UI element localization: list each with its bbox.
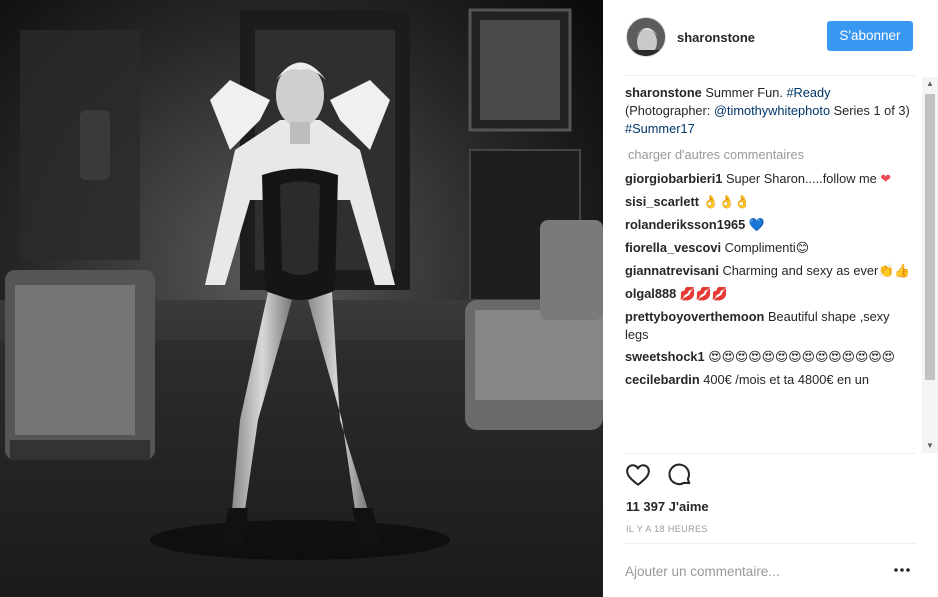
load-more-comments-link[interactable]: charger d'autres commentaires — [628, 146, 913, 164]
comment-emoji: 💋💋💋 — [679, 287, 728, 302]
comment-item: sisi_scarlett 👌👌👌 — [625, 193, 913, 212]
comment-text: 400€ /mois et ta 4800€ en un — [703, 372, 870, 387]
comment-emoji: 👌👌👌 — [702, 195, 751, 210]
comment-item: prettyboyoverthemoon Beautiful shape ,se… — [625, 308, 913, 344]
post-sidebar: sharonstone S'abonner sharonstone Summer… — [603, 0, 938, 597]
comment-item: giorgiobarbieri1 Super Sharon.....follow… — [625, 170, 913, 189]
comment-username[interactable]: giorgiobarbieri1 — [625, 171, 722, 186]
divider — [624, 543, 916, 544]
comment-username[interactable]: olgal888 — [625, 286, 676, 301]
caption-text: Summer Fun. — [705, 85, 787, 100]
comment-emoji: 💙 — [748, 218, 765, 233]
comment-item: sweetshock1 😍😍😍😍😍😍😍😍😍😍😍😍😍😍 — [625, 348, 913, 367]
comment-text: Super Sharon.....follow me — [725, 171, 881, 186]
heart-emoji: ❤ — [880, 172, 892, 187]
comment-username[interactable]: rolanderiksson1965 — [625, 217, 745, 232]
comments-scrollbar[interactable]: ▲ ▼ — [922, 77, 938, 453]
comment-username[interactable]: giannatrevisani — [625, 263, 719, 278]
comment-username[interactable]: sweetshock1 — [625, 349, 705, 364]
scrollbar-thumb[interactable] — [925, 94, 935, 380]
comment-item: rolanderiksson1965 💙 — [625, 216, 913, 235]
comment-emoji: 😍😍😍😍😍😍😍😍😍😍😍😍😍😍 — [708, 350, 896, 365]
comment-emoji: 👏👍 — [878, 264, 911, 279]
comment-bubble-icon[interactable] — [667, 462, 693, 488]
avatar[interactable] — [626, 17, 666, 57]
caption-username[interactable]: sharonstone — [625, 85, 702, 100]
post-username[interactable]: sharonstone — [677, 30, 755, 45]
comment-text: Complimenti — [724, 240, 796, 255]
add-comment-input[interactable] — [625, 560, 875, 582]
comment-username[interactable]: sisi_scarlett — [625, 194, 699, 209]
comment-username[interactable]: cecilebardin — [625, 372, 700, 387]
comment-username[interactable]: fiorella_vescovi — [625, 240, 721, 255]
caption: sharonstone Summer Fun. #Ready (Photogra… — [625, 84, 913, 138]
post-header: sharonstone S'abonner — [603, 0, 938, 76]
follow-button[interactable]: S'abonner — [827, 21, 913, 51]
divider — [624, 75, 916, 76]
comment-item: fiorella_vescovi Complimenti😊 — [625, 239, 913, 258]
divider — [624, 453, 916, 454]
comment-item: olgal888 💋💋💋 — [625, 285, 913, 304]
likes-count[interactable]: 11 397 J'aime — [626, 499, 709, 514]
post-photo[interactable] — [0, 0, 603, 597]
hashtag-summer17[interactable]: #Summer17 — [625, 121, 695, 136]
comment-item: cecilebardin 400€ /mois et ta 4800€ en u… — [625, 371, 913, 389]
comment-item: giannatrevisani Charming and sexy as eve… — [625, 262, 913, 281]
more-options-icon[interactable] — [893, 562, 911, 578]
scroll-down-arrow-icon[interactable]: ▼ — [922, 439, 938, 453]
comment-emoji: 😊 — [795, 241, 810, 256]
comment-text: Charming and sexy as ever — [722, 263, 879, 278]
mention-photographer[interactable]: @timothywhitephoto — [714, 103, 830, 118]
caption-text-2: (Photographer: — [625, 103, 714, 118]
caption-text-3: Series 1 of 3) — [830, 103, 910, 118]
comments-list: sharonstone Summer Fun. #Ready (Photogra… — [625, 84, 913, 454]
heart-icon[interactable] — [625, 462, 651, 488]
comment-username[interactable]: prettyboyoverthemoon — [625, 309, 764, 324]
post-timestamp[interactable]: IL Y A 18 HEURES — [626, 524, 708, 534]
scroll-up-arrow-icon[interactable]: ▲ — [922, 77, 938, 91]
hashtag-ready[interactable]: #Ready — [786, 85, 830, 100]
